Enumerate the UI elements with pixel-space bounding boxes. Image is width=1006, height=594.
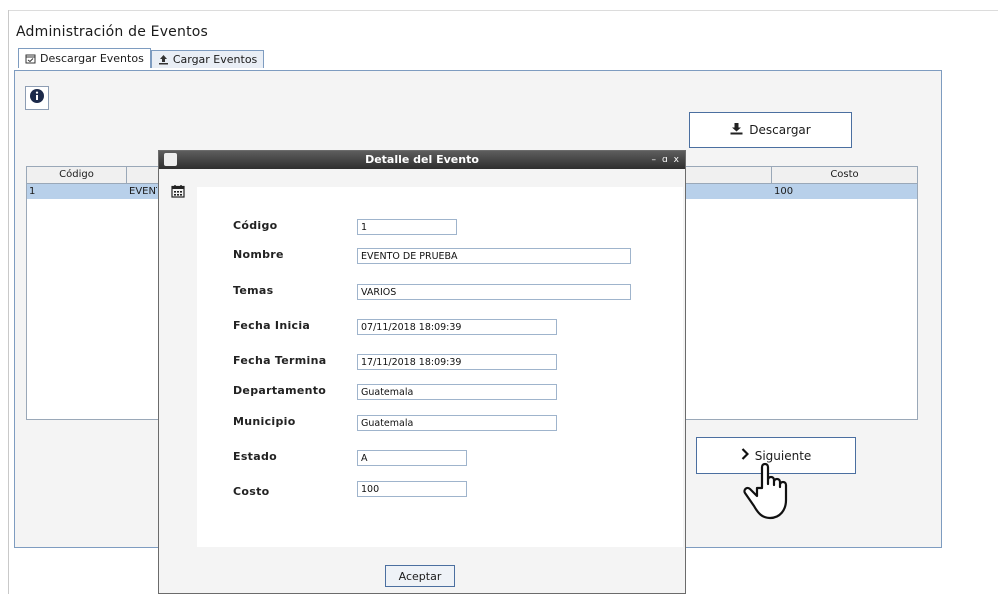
label-temas: Temas: [233, 284, 274, 297]
window-frame-top: [8, 10, 998, 11]
codigo-field[interactable]: [357, 219, 457, 235]
temas-field[interactable]: [357, 284, 631, 300]
hand-pointer-icon: [740, 458, 802, 526]
download-icon: [730, 122, 743, 138]
label-fecha-termina: Fecha Termina: [233, 354, 327, 367]
fecha-inicia-field[interactable]: [357, 319, 557, 335]
label-codigo: Código: [233, 219, 278, 232]
window-controls: – ɑ x: [651, 153, 679, 167]
estado-field[interactable]: [357, 450, 467, 466]
tab-bar: Descargar Eventos Cargar Eventos: [18, 48, 265, 68]
municipio-field[interactable]: [357, 415, 557, 431]
dialog-titlebar[interactable]: Detalle del Evento – ɑ x: [159, 151, 685, 169]
tab-cargar-eventos[interactable]: Cargar Eventos: [150, 50, 265, 68]
info-button[interactable]: [25, 86, 49, 110]
download-button[interactable]: Descargar: [689, 112, 852, 148]
dialog-body: Código Nombre Temas Fecha Inicia Fecha T…: [159, 169, 685, 593]
minimize-icon[interactable]: –: [651, 153, 656, 167]
page-title: Administración de Eventos: [16, 24, 209, 40]
cell-codigo: 1: [29, 186, 36, 197]
maximize-icon[interactable]: ɑ: [662, 153, 668, 167]
info-icon: [29, 88, 45, 108]
label-municipio: Municipio: [233, 415, 296, 428]
label-departamento: Departamento: [233, 384, 327, 397]
costo-field[interactable]: [357, 481, 467, 497]
column-header-codigo[interactable]: Código: [27, 167, 127, 183]
calendar-icon: [171, 183, 185, 202]
close-icon[interactable]: x: [674, 153, 679, 167]
window-frame-left: [8, 10, 9, 594]
upload-icon: [158, 54, 169, 65]
event-detail-dialog: Detalle del Evento – ɑ x Código Nombre T…: [158, 150, 686, 594]
cell-nombre: EVENT: [129, 186, 157, 197]
tab-label: Cargar Eventos: [172, 53, 258, 66]
cell-costo: 100: [774, 186, 794, 197]
download-label: Descargar: [749, 123, 811, 137]
label-costo: Costo: [233, 485, 270, 498]
accept-button[interactable]: Aceptar: [385, 565, 455, 587]
column-header-costo[interactable]: Costo: [772, 167, 917, 183]
nombre-field[interactable]: [357, 248, 631, 264]
label-estado: Estado: [233, 450, 277, 463]
tab-descargar-eventos[interactable]: Descargar Eventos: [18, 48, 151, 68]
dialog-title: Detalle del Evento: [365, 153, 479, 166]
tab-label: Descargar Eventos: [40, 52, 144, 65]
label-fecha-inicia: Fecha Inicia: [233, 319, 311, 332]
departamento-field[interactable]: [357, 384, 557, 400]
fecha-termina-field[interactable]: [357, 354, 557, 370]
label-nombre: Nombre: [233, 248, 284, 261]
calendar-check-icon: [25, 53, 36, 64]
